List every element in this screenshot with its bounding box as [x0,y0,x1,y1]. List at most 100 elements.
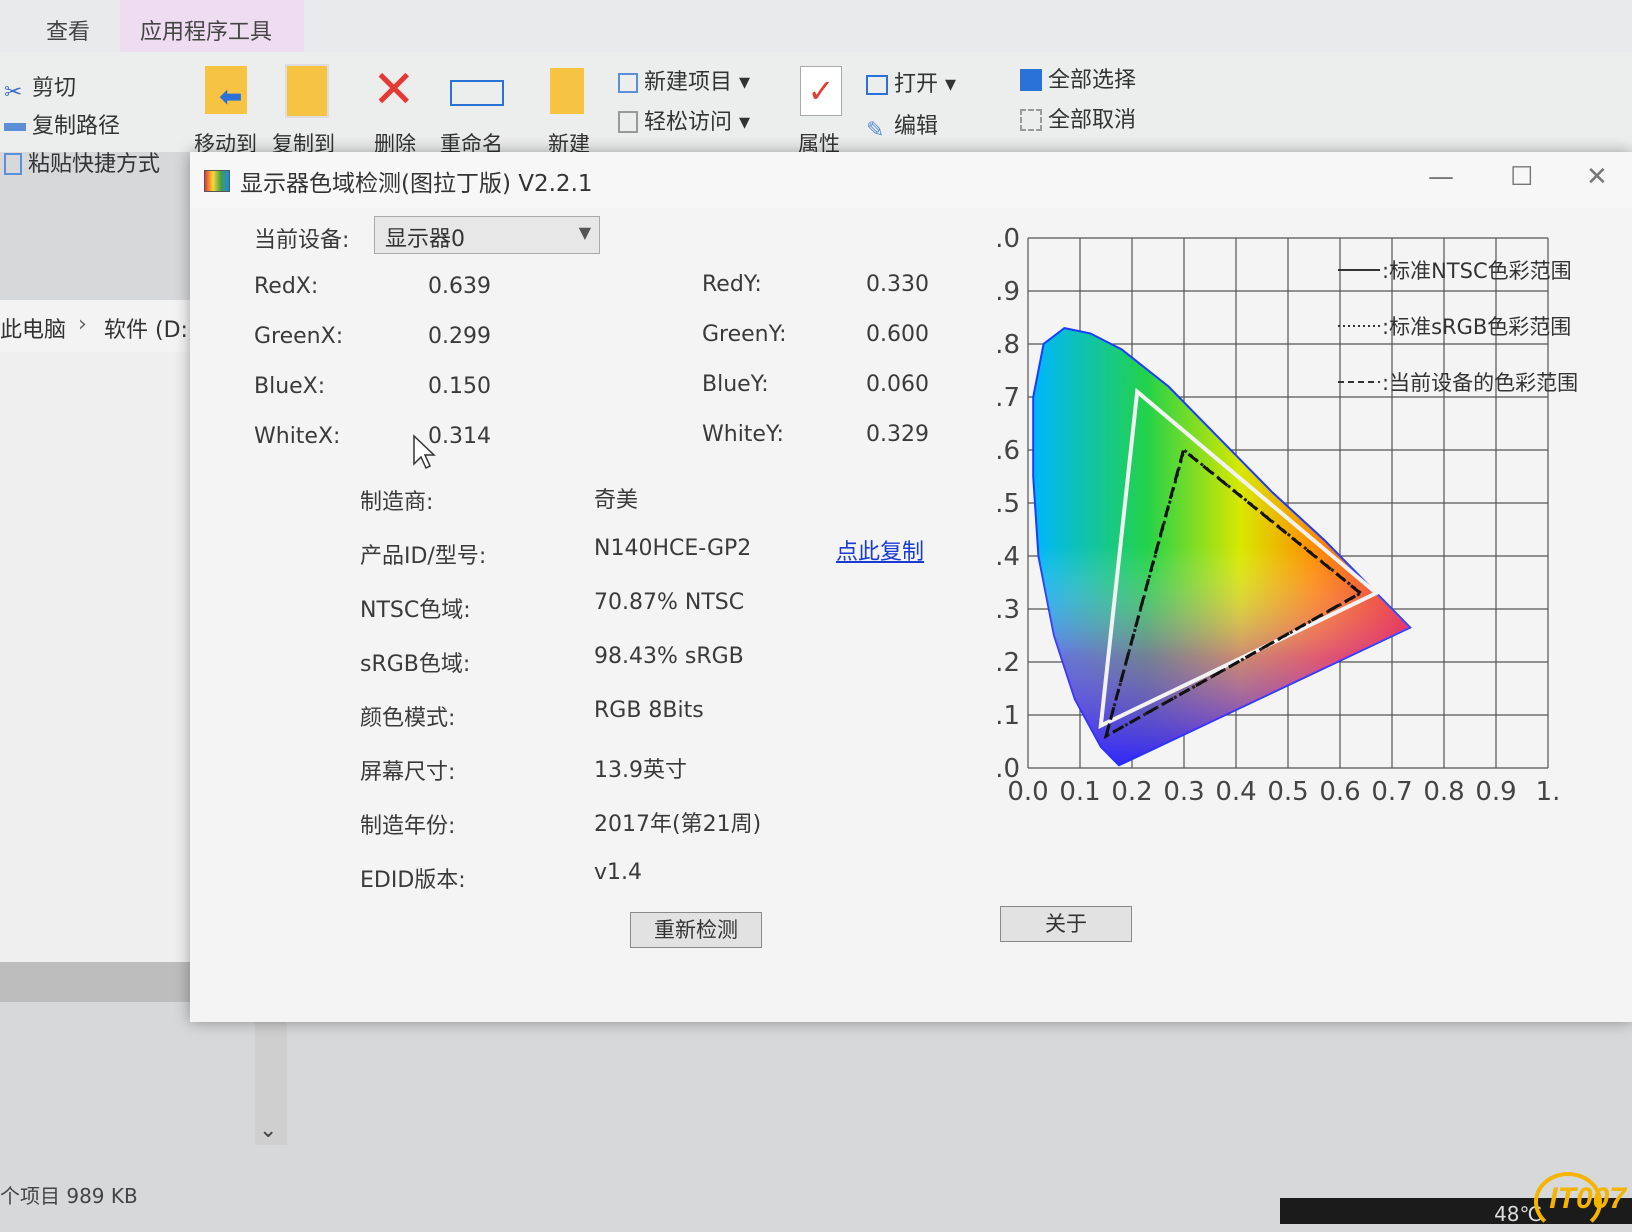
chevron-down-icon: ▼ [578,223,591,242]
ntsc-value: 70.87% NTSC [594,590,745,615]
gamut-dialog: 显示器色域检测(图拉丁版) V2.2.1 — ☐ ✕ 当前设备: 显示器0 ▼ … [190,152,1632,1022]
tab-view[interactable]: 查看 [46,14,90,46]
device-label: 当前设备: [254,228,350,253]
legend-label-0: :标准NTSC色彩范围 [1382,259,1572,283]
copy-to-icon [285,64,329,118]
white-x-label: WhiteX: [254,424,341,449]
x-tick-label: 0.4 [1215,777,1256,807]
edit-icon: ✎ [866,118,885,143]
navigation-pane-footer [0,962,210,1002]
breadcrumb-drive[interactable]: 软件 (D:) [104,312,197,344]
red-y-label: RedY: [702,272,762,297]
screen-size-value: 13.9英寸 [594,758,687,783]
blue-y-label: BlueY: [702,372,769,397]
select-none-icon [1020,109,1042,131]
ribbon-tabbar: 查看 应用程序工具 [0,0,1632,52]
legend-label-2: :当前设备的色彩范围 [1382,371,1578,395]
chromaticity-chart: 0.00.10.20.30.40.50.60.70.80.91.0.00.10.… [998,224,1578,807]
copy-path-label: 复制路径 [32,114,121,139]
x-tick-label: 0.2 [1111,777,1152,807]
manufacturer-value: 奇美 [594,488,639,513]
new-item-icon [618,73,638,93]
product-id-label: 产品ID/型号: [360,544,487,569]
device-select[interactable]: 显示器0 ▼ [374,216,600,254]
breadcrumb-this-pc[interactable]: 此电脑 [0,312,66,344]
white-y-value: 0.329 [866,422,929,447]
cut-label: 剪切 [32,76,77,101]
address-bar[interactable]: 此电脑 › 软件 (D:) [0,300,200,353]
spectral-locus-shade [1033,328,1411,766]
blue-x-value: 0.150 [428,374,491,399]
cut-button[interactable]: ✂ 剪切 [4,70,77,105]
clipboard-icon [4,153,22,175]
x-tick-label: 1. [1536,777,1561,807]
close-icon[interactable]: ✕ [1586,162,1608,192]
rename-icon [450,80,504,106]
x-tick-label: 0.6 [1319,777,1360,807]
manufacture-year-value: 2017年(第21周) [594,812,762,837]
ntsc-label: NTSC色域: [360,598,471,623]
blue-x-label: BlueX: [254,374,326,399]
y-tick-label: 0.4 [998,542,1020,572]
green-x-label: GreenX: [254,324,344,349]
y-tick-label: 1.0 [998,224,1020,254]
status-bar-text: 个项目 989 KB [0,1184,138,1208]
select-all-label: 全部选择 [1048,68,1137,93]
properties-icon: ✓ [800,66,842,116]
x-tick-label: 0.7 [1371,777,1412,807]
easy-access-button[interactable]: 轻松访问 ▾ [618,104,750,136]
new-folder-icon [550,68,584,114]
scissors-icon: ✂ [4,80,23,105]
select-none-button[interactable]: 全部取消 [1020,102,1136,134]
watermark-logo: IT007 [1549,1182,1626,1215]
paste-shortcut-label: 粘贴快捷方式 [28,152,161,177]
edit-button[interactable]: ✎ 编辑 [866,108,939,143]
open-label: 打开 [894,72,939,97]
x-tick-label: 0.1 [1059,777,1100,807]
breadcrumb-separator-icon: › [78,312,87,337]
open-icon [866,75,888,95]
x-tick-label: 0.5 [1267,777,1308,807]
screen-size-label: 屏幕尺寸: [360,760,456,785]
easy-access-icon [618,111,638,133]
maximize-icon[interactable]: ☐ [1510,162,1533,192]
dialog-titlebar[interactable]: 显示器色域检测(图拉丁版) V2.2.1 — ☐ ✕ [190,152,1632,208]
select-none-label: 全部取消 [1048,108,1137,133]
device-select-value: 显示器0 [385,227,465,252]
new-item-button[interactable]: 新建项目 ▾ [618,64,750,96]
color-mode-label: 颜色模式: [360,706,456,731]
y-tick-label: 0.3 [998,595,1020,625]
y-tick-label: 0.8 [998,330,1020,360]
ribbon: ✂ 剪切 复制路径 粘贴快捷方式 ⬅ 移动到 复制到 ✕ 删除 重命名 新建 新建… [0,52,1632,177]
copy-link[interactable]: 点此复制 [836,534,924,566]
y-tick-label: 0.2 [998,648,1020,678]
y-tick-label: 0.9 [998,277,1020,307]
edit-label: 编辑 [894,114,939,139]
easy-access-label: 轻松访问 [644,110,733,135]
about-button[interactable]: 关于 [1000,906,1132,942]
y-tick-label: 0.6 [998,436,1020,466]
redetect-button[interactable]: 重新检测 [630,912,762,948]
tab-app-tools[interactable]: 应用程序工具 [140,14,272,46]
srgb-value: 98.43% sRGB [594,644,744,669]
select-all-icon [1020,69,1042,91]
app-icon [204,170,230,192]
x-tick-label: 0.3 [1163,777,1204,807]
copy-path-button[interactable]: 复制路径 [4,108,120,140]
color-mode-value: RGB 8Bits [594,698,704,723]
green-y-value: 0.600 [866,322,929,347]
manufacturer-label: 制造商: [360,490,434,515]
srgb-label: sRGB色域: [360,652,471,677]
move-to-icon: ⬅ [205,66,247,114]
paste-shortcut-button[interactable]: 粘贴快捷方式 [4,146,160,178]
white-y-label: WhiteY: [702,422,784,447]
green-y-label: GreenY: [702,322,787,347]
open-button[interactable]: 打开 ▾ [866,66,956,98]
minimize-icon[interactable]: — [1428,162,1454,192]
y-tick-label: 0.1 [998,701,1020,731]
legend-label-1: :标准sRGB色彩范围 [1382,315,1571,339]
new-item-label: 新建项目 [644,70,733,95]
y-tick-label: 0.5 [998,489,1020,519]
chevron-down-icon[interactable]: ⌄ [259,1118,277,1143]
select-all-button[interactable]: 全部选择 [1020,62,1136,94]
